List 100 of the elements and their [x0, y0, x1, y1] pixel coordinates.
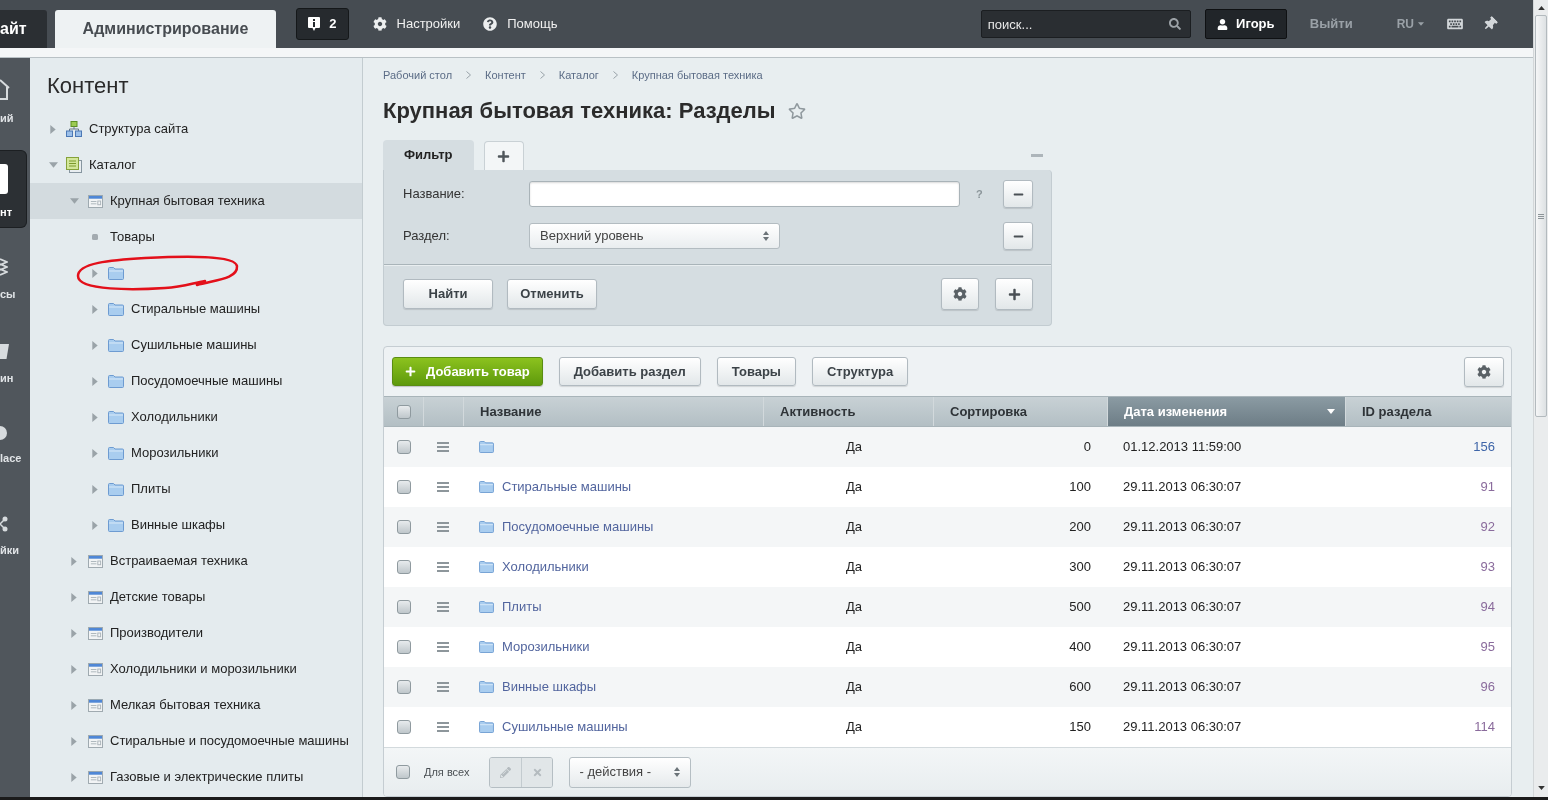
breadcrumb-link[interactable]: Каталог	[558, 66, 599, 84]
tree-item[interactable]: Каталог	[30, 147, 362, 183]
caret-right-icon[interactable]	[92, 268, 98, 278]
settings-link[interactable]: Настройки	[372, 14, 461, 34]
tree-item[interactable]: Газовые и электрические плиты	[30, 759, 362, 795]
caret-up-icon[interactable]	[1537, 6, 1545, 10]
add-filter-tab[interactable]	[483, 141, 524, 170]
row-checkbox[interactable]	[396, 600, 411, 614]
scrollbar-thumb[interactable]	[1535, 15, 1547, 417]
for-all-checkbox[interactable]	[396, 765, 410, 779]
top-tab[interactable]: Администрирование	[54, 10, 277, 48]
find-button[interactable]: Найти	[403, 279, 493, 309]
filter-tab[interactable]: Фильтр	[383, 140, 474, 170]
id-link[interactable]: 96	[1480, 677, 1495, 697]
breadcrumb-link[interactable]: Рабочий стол	[383, 66, 453, 84]
text-field[interactable]	[529, 181, 960, 207]
column-header[interactable]: Название	[463, 397, 763, 426]
breadcrumb-link[interactable]: Крупная бытовая техника	[631, 66, 763, 84]
row-checkbox[interactable]	[396, 680, 411, 694]
tree-item[interactable]: Холодильники	[30, 399, 362, 435]
row-checkbox[interactable]	[396, 640, 411, 654]
menu-icon[interactable]	[437, 562, 449, 572]
search-icon[interactable]	[1168, 18, 1181, 30]
tree-item[interactable]: Плиты	[30, 471, 362, 507]
caret-right-icon[interactable]	[71, 772, 77, 782]
tree-item[interactable]: Стиральные машины	[30, 291, 362, 327]
keyboard-icon[interactable]	[1447, 17, 1463, 31]
menu-icon[interactable]	[437, 602, 449, 612]
caret-right-icon[interactable]	[92, 520, 98, 530]
caret-right-icon[interactable]	[92, 340, 98, 350]
row-checkbox[interactable]	[396, 440, 411, 454]
caret-right-icon[interactable]	[50, 124, 56, 134]
structure-button[interactable]: Структура	[811, 357, 909, 386]
products-button[interactable]: Товары	[716, 357, 796, 386]
tree-item[interactable]: Холодильники и морозильники	[30, 651, 362, 687]
row-checkbox[interactable]	[396, 560, 411, 574]
menu-icon[interactable]	[437, 682, 449, 692]
tree-item[interactable]: Товары	[30, 219, 362, 255]
column-header[interactable]: Активность	[763, 397, 933, 426]
search-field[interactable]: поиск...	[980, 10, 1191, 38]
minus-icon[interactable]	[1031, 153, 1043, 157]
notifications-button[interactable]: 2	[296, 8, 349, 40]
column-header[interactable]: ID раздела	[1345, 397, 1511, 426]
id-link[interactable]: 114	[1474, 717, 1495, 737]
caret-right-icon[interactable]	[92, 448, 98, 458]
tree-item[interactable]: Стиральные и посудомоечные машины	[30, 723, 362, 759]
caret-right-icon[interactable]	[71, 628, 77, 638]
tree-item[interactable]: Детские товары	[30, 579, 362, 615]
side-menu-item[interactable]: ий	[0, 58, 30, 150]
menu-icon[interactable]	[437, 442, 449, 452]
id-link[interactable]: 92	[1480, 517, 1495, 537]
side-menu-item[interactable]: сы	[0, 228, 30, 312]
caret-right-icon[interactable]	[92, 376, 98, 386]
tree-item[interactable]: Крупная бытовая техника	[30, 183, 362, 219]
caret-right-icon[interactable]	[92, 484, 98, 494]
top-tab[interactable]: айт	[0, 10, 47, 48]
caret-right-icon[interactable]	[71, 736, 77, 746]
row-checkbox[interactable]	[396, 520, 411, 534]
star-icon[interactable]	[787, 102, 806, 120]
caret-right-icon[interactable]	[71, 700, 77, 710]
section-link[interactable]: Винные шкафы	[502, 677, 597, 697]
actions-select[interactable]: - действия -	[569, 756, 692, 788]
tree-item[interactable]: Сушильные машины	[30, 327, 362, 363]
caret-right-icon[interactable]	[71, 592, 77, 602]
side-menu-item[interactable]: ин	[0, 312, 30, 396]
id-link[interactable]: 156	[1473, 437, 1495, 457]
section-link[interactable]: Стиральные машины	[502, 477, 632, 497]
section-link[interactable]: Сушильные машины	[502, 717, 628, 737]
section-link[interactable]: Плиты	[502, 597, 542, 617]
remove-field-button[interactable]	[1003, 222, 1033, 250]
add-section-button[interactable]: Добавить раздел	[558, 357, 701, 386]
select-field[interactable]: Верхний уровень	[529, 223, 780, 249]
help-link[interactable]: Помощь	[483, 14, 558, 34]
settings-button[interactable]	[941, 278, 979, 310]
tree-item[interactable]: Винные шкафы	[30, 507, 362, 543]
tree-item[interactable]: Посудомоечные машины	[30, 363, 362, 399]
caret-right-icon[interactable]	[92, 412, 98, 422]
caret-right-icon[interactable]	[71, 556, 77, 566]
user-button[interactable]: Игорь	[1204, 9, 1287, 39]
id-link[interactable]: 91	[1480, 477, 1495, 497]
column-header[interactable]: Дата изменения	[1107, 397, 1345, 426]
menu-icon[interactable]	[437, 522, 449, 532]
cancel-button[interactable]: Отменить	[507, 279, 597, 309]
side-menu-item[interactable]: lace	[0, 396, 30, 486]
section-link[interactable]: Посудомоечные машины	[502, 517, 654, 537]
id-link[interactable]: 94	[1480, 597, 1495, 617]
remove-field-button[interactable]	[1003, 180, 1033, 208]
menu-icon[interactable]	[437, 482, 449, 492]
tree-item[interactable]: Мелкая бытовая техника	[30, 687, 362, 723]
row-checkbox[interactable]	[396, 720, 411, 734]
caret-right-icon[interactable]	[71, 664, 77, 674]
side-menu-item[interactable]: нт	[0, 150, 27, 228]
add-button[interactable]	[995, 278, 1033, 310]
tree-item[interactable]: Встраиваемая техника	[30, 543, 362, 579]
menu-icon[interactable]	[437, 722, 449, 732]
section-link[interactable]: Морозильники	[502, 637, 590, 657]
scrollbar[interactable]	[1533, 0, 1548, 797]
row-checkbox[interactable]	[396, 480, 411, 494]
tree-item[interactable]: Морозильники	[30, 435, 362, 471]
caret-down-icon[interactable]	[1537, 786, 1545, 790]
